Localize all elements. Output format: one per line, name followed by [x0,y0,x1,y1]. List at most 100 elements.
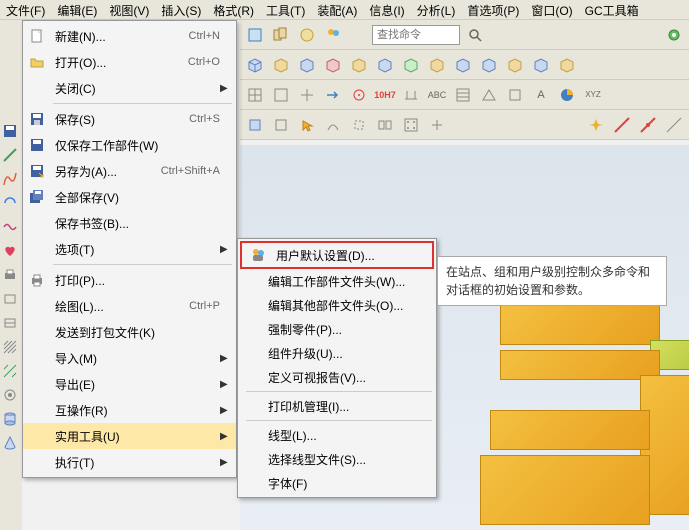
pie-icon[interactable] [556,84,578,106]
submenu-item[interactable]: 线型(L)... [238,423,436,447]
menu-format[interactable]: 格式(R) [207,0,260,19]
line-icon[interactable] [637,114,659,136]
menu-item[interactable]: 选项(T)▶ [23,236,236,262]
menu-tools[interactable]: 工具(T) [260,0,311,19]
menu-item[interactable]: 绘图(L)...Ctrl+P [23,293,236,319]
search-input[interactable] [372,25,460,45]
mirror-icon[interactable] [374,114,396,136]
menu-gc[interactable]: GC工具箱 [579,0,645,19]
cube-icon[interactable] [322,54,344,76]
heart-icon[interactable] [0,240,20,262]
square-icon[interactable] [270,114,292,136]
triangle-icon[interactable] [478,84,500,106]
grid-icon[interactable] [270,84,292,106]
menu-item[interactable]: 打开(O)...Ctrl+O [23,49,236,75]
submenu-item[interactable]: 选择线型文件(S)... [238,447,436,471]
menu-edit[interactable]: 编辑(E) [51,0,103,19]
people-icon[interactable] [322,24,344,46]
menu-info[interactable]: 信息(I) [363,0,410,19]
submenu-item[interactable]: 打印机管理(I)... [238,394,436,418]
pointer-icon[interactable] [296,114,318,136]
save-icon[interactable] [0,120,20,142]
menu-item[interactable]: 导出(E)▶ [23,371,236,397]
menu-item[interactable]: 导入(M)▶ [23,345,236,371]
curve-tool-icon[interactable] [0,168,20,190]
arc-icon[interactable] [322,114,344,136]
menu-item[interactable]: 保存书签(B)... [23,210,236,236]
tool-icon[interactable] [296,24,318,46]
axis-icon[interactable] [296,84,318,106]
gear-icon[interactable] [0,384,20,406]
menu-item[interactable]: 新建(N)...Ctrl+N [23,23,236,49]
cube-icon[interactable] [270,54,292,76]
a-icon[interactable]: A [530,84,552,106]
submenu-item[interactable]: 字体(F) [238,471,436,495]
submenu-item[interactable]: 组件升级(U)... [238,341,436,365]
dimension-icon[interactable] [400,84,422,106]
menu-item[interactable]: 打印(P)... [23,267,236,293]
hatch-icon[interactable] [0,336,20,358]
submenu-item[interactable]: 强制零件(P)... [238,317,436,341]
cylinder-icon[interactable] [0,408,20,430]
menu-item[interactable]: 另存为(A)...Ctrl+Shift+A [23,158,236,184]
search-icon[interactable] [464,24,486,46]
cube-icon[interactable] [244,54,266,76]
square-icon[interactable] [244,114,266,136]
cube-icon[interactable] [296,54,318,76]
text-icon[interactable]: 10H7 [374,84,396,106]
menu-file[interactable]: 文件(F) [0,0,51,19]
menu-item[interactable]: 实用工具(U)▶ [23,423,236,449]
line-icon[interactable] [663,114,685,136]
plus-icon[interactable] [426,114,448,136]
cube-icon[interactable] [426,54,448,76]
rect-tool-icon[interactable] [0,312,20,334]
cube-icon[interactable] [504,54,526,76]
tool-icon[interactable] [270,24,292,46]
xyz-icon[interactable]: XYZ [582,84,604,106]
cone-icon[interactable] [0,432,20,454]
grid-icon[interactable] [244,84,266,106]
menu-window[interactable]: 窗口(O) [525,0,578,19]
menu-item[interactable]: 仅保存工作部件(W) [23,132,236,158]
grid-icon[interactable] [400,114,422,136]
user-defaults-item[interactable]: 用户默认设置(D)... [242,243,432,267]
rect-tool-icon[interactable] [0,288,20,310]
menu-assembly[interactable]: 装配(A) [311,0,363,19]
menu-item[interactable]: 互操作(R)▶ [23,397,236,423]
cube-icon[interactable] [530,54,552,76]
cube-icon[interactable] [556,54,578,76]
menu-item[interactable]: 全部保存(V) [23,184,236,210]
menu-item[interactable]: 保存(S)Ctrl+S [23,106,236,132]
box-icon[interactable] [504,84,526,106]
tool-icon[interactable] [244,24,266,46]
resize-icon[interactable] [348,114,370,136]
arrow-icon[interactable] [322,84,344,106]
menu-view[interactable]: 视图(V) [103,0,155,19]
menu-item[interactable]: 执行(T)▶ [23,449,236,475]
table-icon[interactable] [452,84,474,106]
print-icon[interactable] [0,264,20,286]
submenu-arrow-icon: ▶ [220,431,228,442]
gear-icon[interactable] [663,24,685,46]
cube-icon[interactable] [348,54,370,76]
menu-item[interactable]: 发送到打包文件(K) [23,319,236,345]
submenu-item[interactable]: 编辑工作部件文件头(W)... [238,269,436,293]
target-icon[interactable] [348,84,370,106]
cube-icon[interactable] [478,54,500,76]
arc-tool-icon[interactable] [0,192,20,214]
cube-icon[interactable] [452,54,474,76]
spark-icon[interactable] [585,114,607,136]
menu-preferences[interactable]: 首选项(P) [461,0,525,19]
menu-item[interactable]: 关闭(C)▶ [23,75,236,101]
wave-tool-icon[interactable] [0,216,20,238]
line-tool-icon[interactable] [0,144,20,166]
line-icon[interactable] [611,114,633,136]
abc-icon[interactable]: ABC [426,84,448,106]
submenu-item[interactable]: 编辑其他部件文件头(O)... [238,293,436,317]
hatch-icon[interactable] [0,360,20,382]
cube-icon[interactable] [400,54,422,76]
cube-icon[interactable] [374,54,396,76]
submenu-item[interactable]: 定义可视报告(V)... [238,365,436,389]
menu-analysis[interactable]: 分析(L) [411,0,462,19]
menu-insert[interactable]: 插入(S) [155,0,207,19]
